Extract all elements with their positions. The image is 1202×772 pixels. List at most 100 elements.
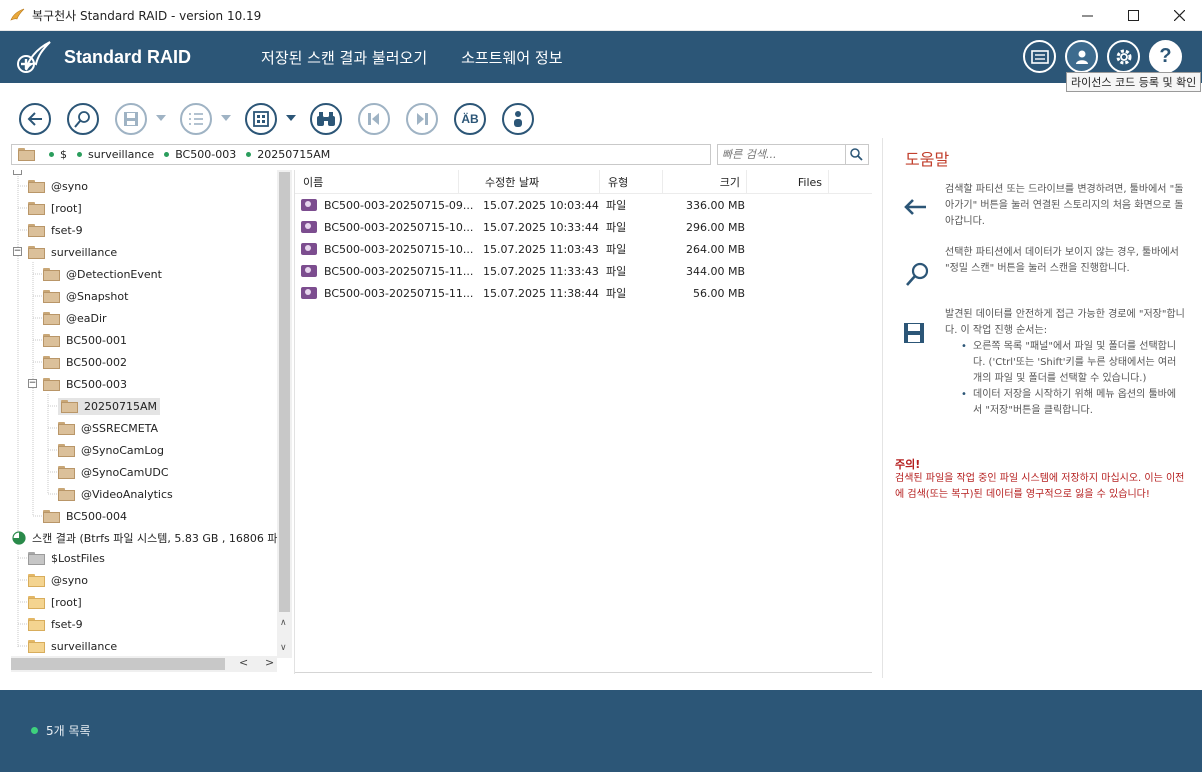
magnifier-icon [74, 111, 90, 128]
next-button[interactable] [406, 103, 438, 135]
app-logo[interactable]: Standard RAID [16, 40, 191, 74]
column-name[interactable]: 이름 [295, 170, 459, 194]
settings-button[interactable] [1107, 40, 1140, 73]
search-input[interactable] [718, 145, 845, 164]
find-button[interactable] [310, 103, 342, 135]
tree-item[interactable]: @SSRECMETA [58, 417, 158, 439]
tree-item[interactable]: @DetectionEvent [43, 263, 162, 285]
crumb-dot [246, 152, 252, 157]
tree-item[interactable]: BC500-001 [43, 329, 127, 351]
log-button[interactable] [1023, 40, 1056, 73]
help-text-save: 발견된 데이터를 안전하게 접근 가능한 경로에 "저장"합니다. 이 작업 진… [945, 307, 1185, 419]
tree-item[interactable]: @syno [28, 569, 88, 591]
scroll-up-icon[interactable]: ∧ [280, 618, 287, 628]
list-view-button[interactable] [180, 103, 212, 135]
file-row[interactable]: BC500-003-20250715-11... 15.07.2025 11:3… [295, 260, 872, 282]
crumb-dot [77, 152, 82, 157]
scan-pie-icon [12, 531, 26, 545]
tree-item[interactable]: fset-9 [28, 219, 83, 241]
help-text-scan: 선택한 파티션에서 데이터가 보이지 않는 경우, 툴바에서 "정밀 스캔" 버… [945, 247, 1179, 274]
status-bar: 5개 목록 [0, 690, 1202, 772]
save-button[interactable] [115, 103, 147, 135]
logo-angel-icon [17, 41, 51, 73]
tree-item[interactable]: [root] [28, 591, 82, 613]
logo-text: Standard RAID [64, 46, 192, 67]
tree-item[interactable]: @SynoCamLog [58, 439, 164, 461]
help-button[interactable]: ? [1149, 40, 1182, 73]
file-row[interactable]: BC500-003-20250715-10... 15.07.2025 10:3… [295, 216, 872, 238]
column-modified[interactable]: 수정한 날짜 [477, 170, 600, 194]
video-file-icon [301, 221, 317, 233]
tree-item[interactable]: @eaDir [43, 307, 107, 329]
address-bar[interactable]: $ surveillance BC500-003 20250715AM [11, 144, 711, 165]
license-button[interactable] [1065, 40, 1098, 73]
help-panel: 도움말 검색할 파티션 또는 드라이브를 변경하려면, 툴바에서 "돌아가기" … [882, 138, 1202, 678]
warning-text: 검색된 파일을 작업 중인 파일 시스템에 저장하지 마십시오. 이는 이전에 … [895, 473, 1185, 500]
previous-button[interactable] [358, 103, 390, 135]
scroll-down-icon[interactable]: ∨ [280, 643, 287, 653]
tree-item[interactable]: [root] [28, 197, 82, 219]
tree-item[interactable]: @Snapshot [43, 285, 128, 307]
status-indicator-dot [31, 727, 38, 734]
help-bullet: 오른쪽 목록 "패널"에서 파일 및 폴더를 선택합니다. ('Ctrl'또는 … [959, 339, 1185, 387]
tree-item[interactable]: BC500-002 [43, 351, 127, 373]
file-row[interactable]: BC500-003-20250715-11... 15.07.2025 11:3… [295, 282, 872, 304]
deep-scan-button[interactable] [67, 103, 99, 135]
tree-item-surveillance[interactable]: surveillance [28, 241, 117, 263]
tree-item[interactable]: @syno [28, 175, 88, 197]
back-arrow-icon [27, 112, 42, 126]
tree-vscroll-thumb[interactable] [279, 172, 290, 612]
font-button[interactable]: ÄB [454, 103, 486, 135]
folder-tree: @syno [root] fset-9 − surveillance @Dete… [11, 170, 291, 672]
crumb-bc500-003[interactable]: BC500-003 [175, 148, 236, 161]
binoculars-icon [317, 112, 335, 126]
tree-item-selected[interactable]: 20250715AM [58, 395, 161, 417]
column-size[interactable]: 크기 [663, 170, 747, 194]
log-icon [1030, 49, 1049, 64]
tree-item-bc500-003[interactable]: BC500-003 [43, 373, 127, 395]
tree-horizontal-scrollbar[interactable]: < > [11, 656, 277, 672]
tree-item[interactable]: BC500-004 [43, 505, 127, 527]
tree-collapse-toggle[interactable]: − [13, 247, 22, 256]
crumb-surveillance[interactable]: surveillance [88, 148, 154, 161]
search-button[interactable] [845, 145, 867, 164]
nav-load-scan[interactable]: 저장된 스캔 결과 불러오기 [261, 47, 427, 68]
window-titlebar: 복구천사 Standard RAID - version 10.19 [0, 0, 1202, 31]
tree-item-scan-result[interactable]: 스캔 결과 (Btrfs 파일 시스템, 5.83 GB , 16806 파일 [12, 527, 288, 549]
font-ab-icon: ÄB [461, 112, 479, 126]
column-type[interactable]: 유형 [600, 170, 663, 194]
crumb-root[interactable]: $ [60, 148, 67, 161]
tree-item[interactable]: $LostFiles [28, 547, 105, 569]
save-disk-icon [904, 323, 924, 343]
back-button[interactable] [19, 103, 51, 135]
tree-expander[interactable] [13, 170, 22, 175]
view-mode-button[interactable] [245, 103, 277, 135]
file-row[interactable]: BC500-003-20250715-09... 15.07.2025 10:0… [295, 194, 872, 216]
help-bullet: 데이터 저장을 시작하기 위해 메뉴 옵션의 툴바에서 "저장"버튼을 클릭합니… [959, 387, 1185, 419]
tree-item[interactable]: @VideoAnalytics [58, 483, 173, 505]
tree-vertical-scrollbar[interactable]: ∧ ∨ [277, 170, 292, 658]
tree-hscroll-thumb[interactable] [11, 658, 225, 670]
tree-item[interactable]: fset-9 [28, 613, 83, 635]
scroll-right-icon[interactable]: > [265, 656, 274, 669]
next-icon [417, 113, 428, 125]
maximize-button[interactable] [1110, 0, 1156, 31]
save-dropdown-arrow[interactable] [156, 115, 166, 121]
minimize-button[interactable] [1064, 0, 1110, 31]
scroll-left-icon[interactable]: < [239, 656, 248, 669]
list-dropdown-arrow[interactable] [221, 115, 231, 121]
checklist-icon [189, 113, 203, 125]
close-button[interactable] [1156, 0, 1202, 31]
search-icon [850, 148, 863, 161]
crumb-20250715am[interactable]: 20250715AM [257, 148, 330, 161]
info-button[interactable] [502, 103, 534, 135]
file-row[interactable]: BC500-003-20250715-10... 15.07.2025 11:0… [295, 238, 872, 260]
help-title: 도움말 [905, 150, 950, 169]
video-file-icon [301, 287, 317, 299]
view-dropdown-arrow[interactable] [286, 115, 296, 121]
tree-item[interactable]: surveillance [28, 635, 117, 657]
nav-software-info[interactable]: 소프트웨어 정보 [461, 47, 562, 68]
column-files[interactable]: Files [747, 170, 829, 194]
tree-item[interactable]: @SynoCamUDC [58, 461, 169, 483]
tree-collapse-toggle[interactable]: − [28, 379, 37, 388]
